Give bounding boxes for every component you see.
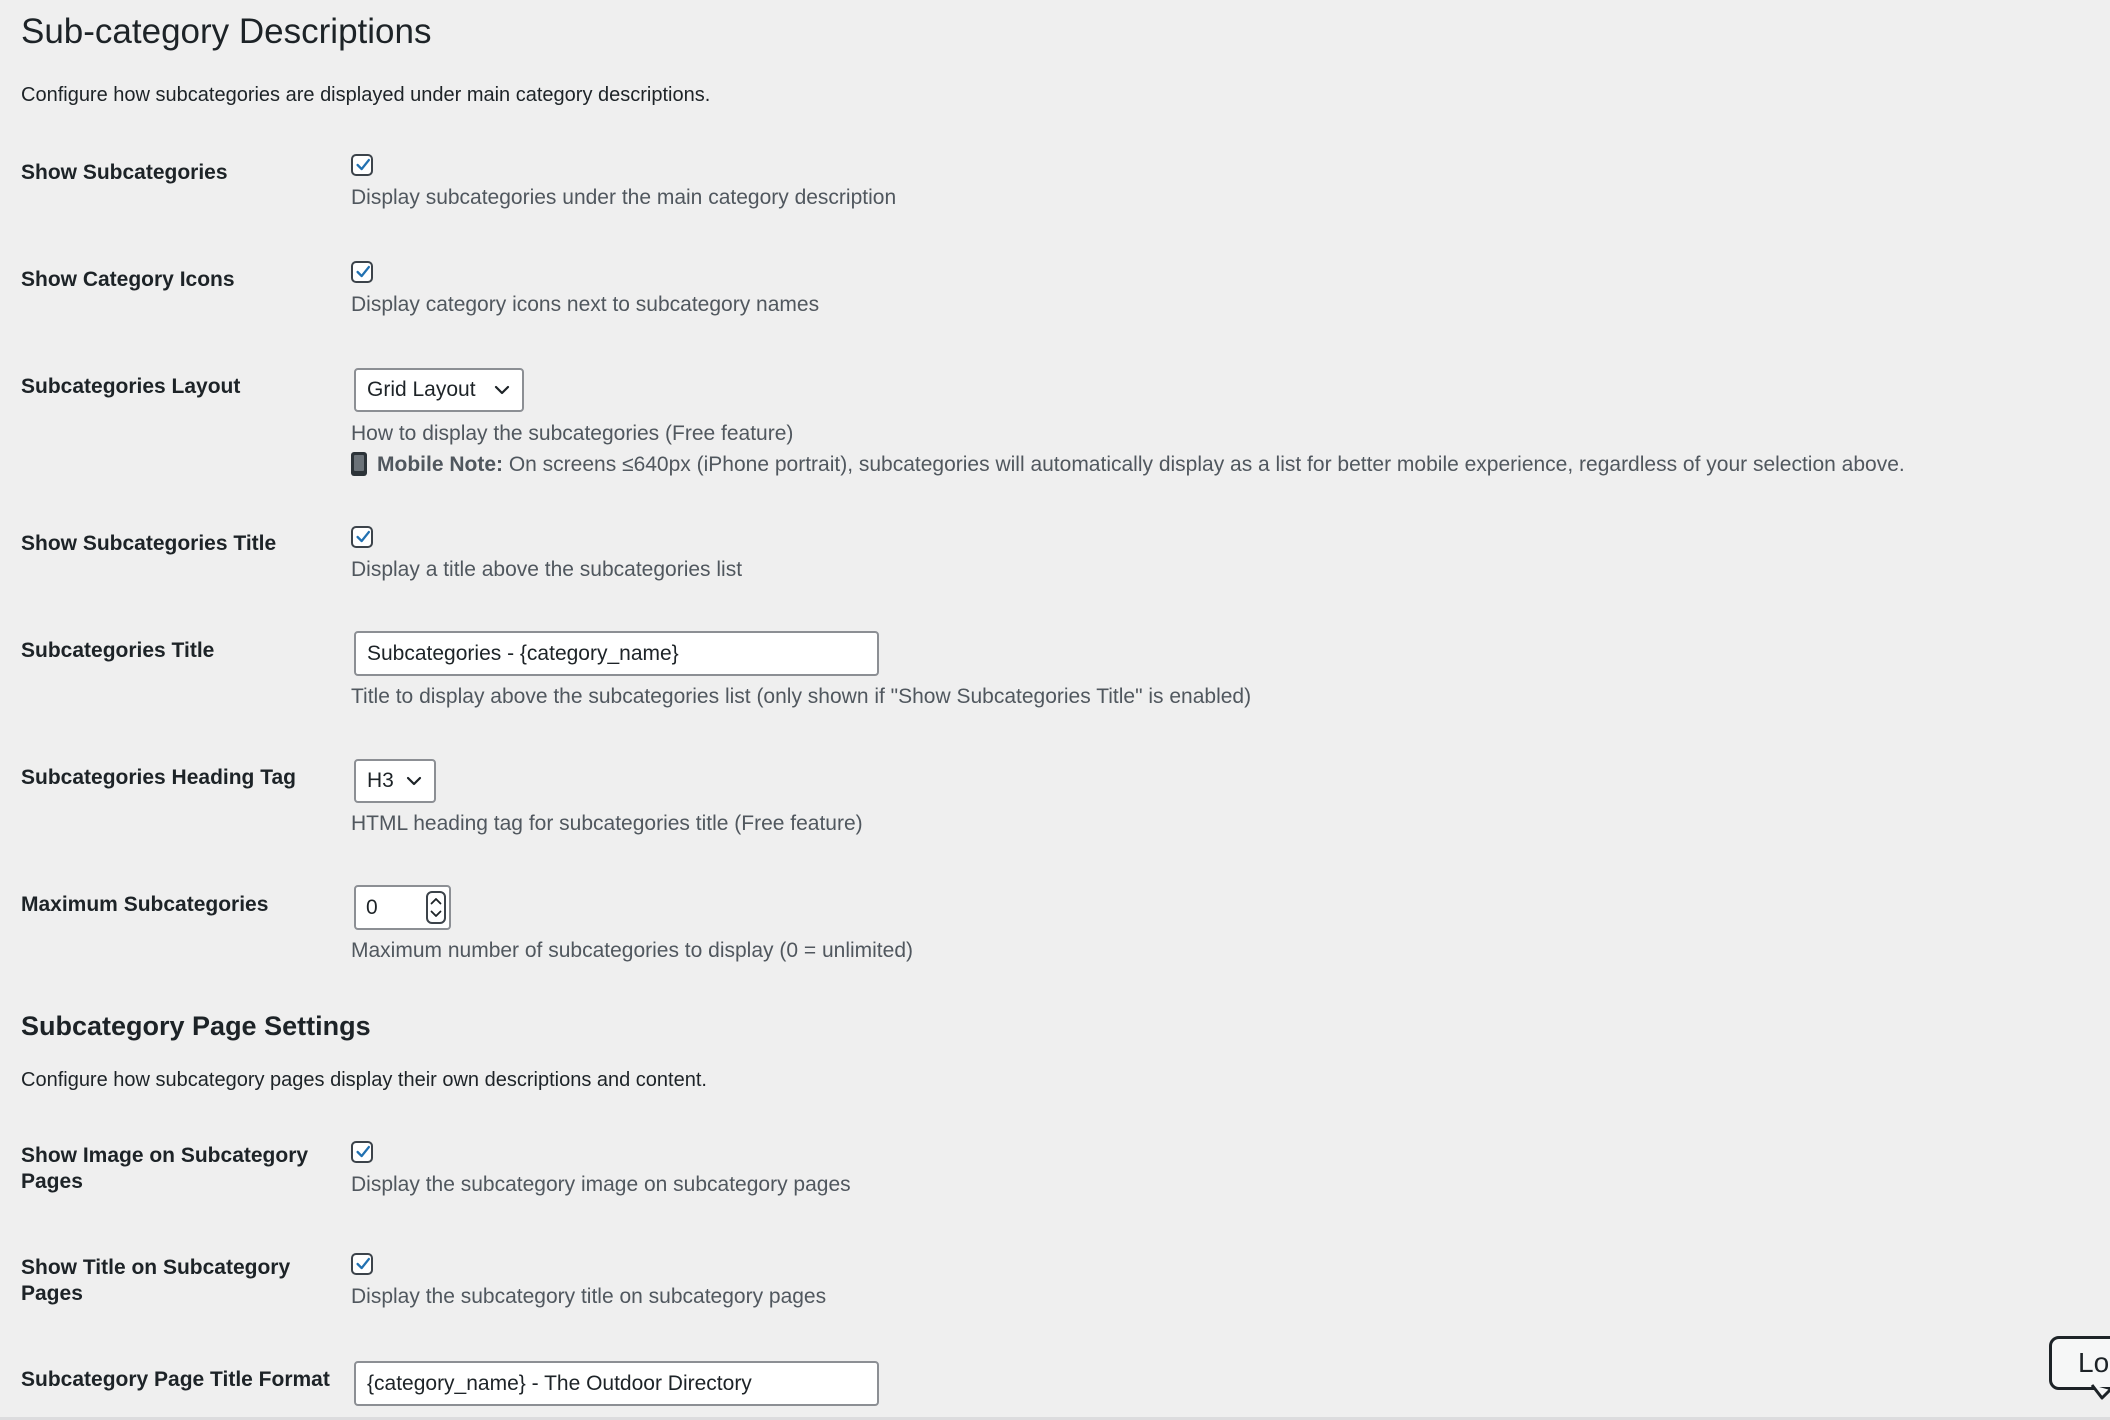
chevron-down-icon <box>406 776 422 786</box>
setting-description: Maximum number of subcategories to displ… <box>351 939 913 962</box>
setting-label: Show Subcategories Title <box>21 532 277 555</box>
checkmark-icon <box>356 530 371 543</box>
setting-label: Show Category Icons <box>21 268 235 291</box>
setting-description: How to display the subcategories (Free f… <box>351 422 794 445</box>
show-image-checkbox[interactable] <box>351 1141 373 1163</box>
page-title-format-input[interactable]: {category_name} - The Outdoor Directory <box>354 1361 879 1406</box>
layout-select[interactable]: Grid Layout <box>354 368 524 412</box>
mobile-phone-icon <box>351 452 367 476</box>
setting-label: Subcategories Title <box>21 639 215 662</box>
show-subcategories-title-checkbox[interactable] <box>351 526 373 548</box>
page-title: Sub-category Descriptions <box>21 12 432 51</box>
setting-description: Display category icons next to subcatego… <box>351 293 820 316</box>
subcategories-title-input[interactable]: Subcategories - {category_name} <box>354 631 879 676</box>
chevron-down-icon <box>494 385 510 395</box>
maximum-subcategories-value: 0 <box>366 896 378 919</box>
layout-select-value: Grid Layout <box>367 378 476 401</box>
login-button[interactable]: Log <box>2049 1336 2110 1390</box>
number-spinner-icon[interactable] <box>426 891 446 924</box>
show-category-icons-checkbox[interactable] <box>351 261 373 283</box>
setting-label: Show Title on Subcategory Pages <box>21 1256 291 1305</box>
spinner-up-icon <box>430 898 442 905</box>
speech-bubble-tail-icon <box>2090 1384 2110 1400</box>
setting-description: Display a title above the subcategories … <box>351 558 743 581</box>
heading-tag-select[interactable]: H3 <box>354 759 436 803</box>
setting-description: Title to display above the subcategories… <box>351 685 1252 708</box>
checkmark-icon <box>356 265 371 278</box>
mobile-note: Mobile Note: On screens ≤640px (iPhone p… <box>351 452 1905 477</box>
setting-label: Subcategories Layout <box>21 375 241 398</box>
setting-description: Display the subcategory image on subcate… <box>351 1173 851 1196</box>
setting-label: Subcategories Heading Tag <box>21 766 296 789</box>
setting-label: Show Image on Subcategory Pages <box>21 1144 309 1193</box>
heading-tag-select-value: H3 <box>367 769 394 792</box>
setting-label: Maximum Subcategories <box>21 893 269 916</box>
show-subcategories-checkbox[interactable] <box>351 154 373 176</box>
mobile-note-label: Mobile Note: <box>377 453 503 476</box>
setting-label: Show Subcategories <box>21 161 228 184</box>
checkmark-icon <box>356 1145 371 1158</box>
setting-description: Display subcategories under the main cat… <box>351 186 897 209</box>
checkmark-icon <box>356 1257 371 1270</box>
mobile-note-text: On screens ≤640px (iPhone portrait), sub… <box>503 453 1905 476</box>
spinner-down-icon <box>430 910 442 917</box>
checkmark-icon <box>356 158 371 171</box>
setting-description: Display the subcategory title on subcate… <box>351 1285 827 1308</box>
section-intro: Configure how subcategories are displaye… <box>21 84 711 106</box>
setting-description: HTML heading tag for subcategories title… <box>351 812 863 835</box>
maximum-subcategories-input[interactable]: 0 <box>354 885 451 930</box>
setting-label: Subcategory Page Title Format <box>21 1368 330 1391</box>
section-intro: Configure how subcategory pages display … <box>21 1069 707 1091</box>
show-title-checkbox[interactable] <box>351 1253 373 1275</box>
section-heading: Subcategory Page Settings <box>21 1011 371 1041</box>
